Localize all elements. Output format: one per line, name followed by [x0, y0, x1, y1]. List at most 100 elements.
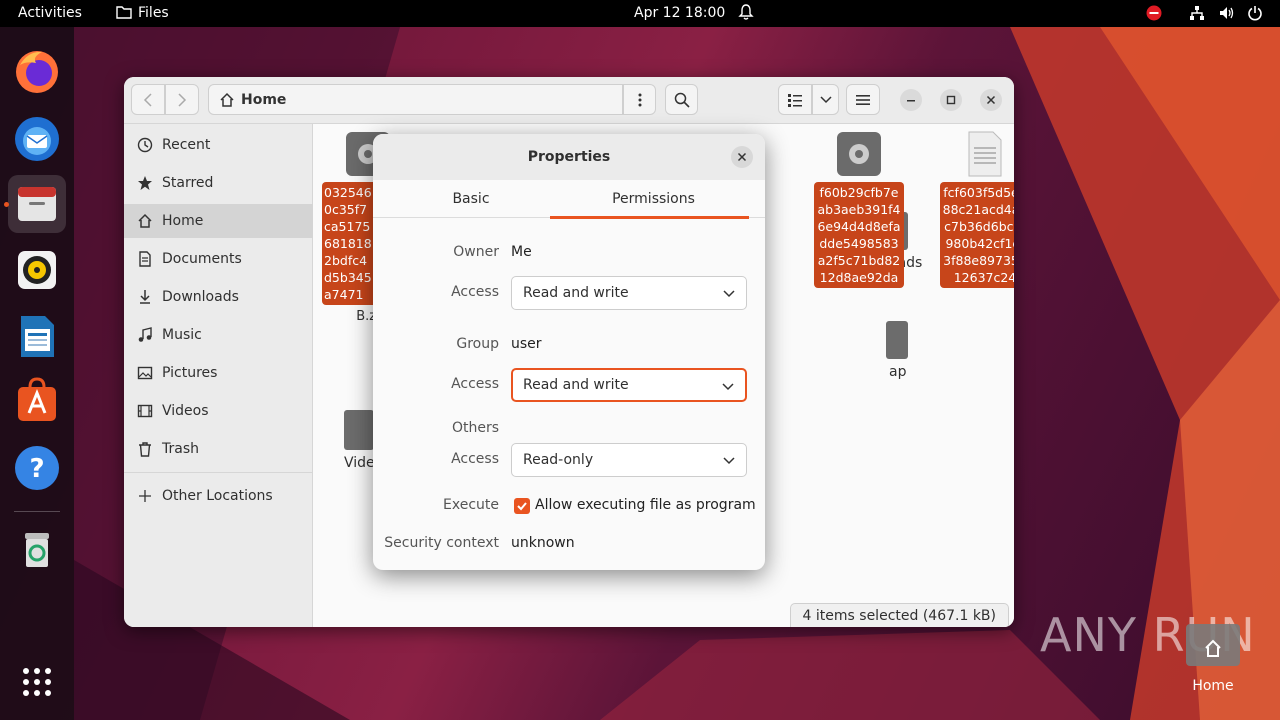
folder-desktop-icon	[886, 321, 908, 359]
owner-access-value: Read and write	[523, 285, 629, 301]
others-access-dropdown[interactable]: Read-only	[511, 443, 747, 477]
execute-checkbox[interactable]	[514, 498, 530, 514]
dialog-title: Properties	[373, 134, 765, 180]
files-sidebar: Recent Starred Home Documents Downloads …	[124, 124, 313, 627]
sidebar-item-home[interactable]: Home	[124, 204, 313, 238]
owner-access-dropdown[interactable]: Read and write	[511, 276, 747, 310]
clock-icon	[136, 136, 154, 154]
kebab-icon	[638, 93, 641, 106]
group-access-dropdown[interactable]: Read and write	[511, 368, 747, 402]
group-access-value: Read and write	[523, 377, 629, 393]
file-item-selected[interactable]: f60b29cfb7eab3aeb391f46e94d4d8efadde5498…	[814, 130, 904, 288]
dock-separator	[14, 511, 60, 512]
activities-button[interactable]: Activities	[18, 5, 82, 21]
sidebar-item-videos[interactable]: Videos	[124, 394, 313, 428]
chevron-down-icon	[819, 95, 832, 103]
location-label: Home	[241, 91, 287, 108]
help-icon[interactable]: ?	[8, 439, 66, 497]
group-access-label: Access	[451, 376, 499, 392]
desktop-home-label[interactable]: Home	[1183, 678, 1243, 694]
trash-icon[interactable]	[8, 521, 66, 579]
sidebar-item-pictures[interactable]: Pictures	[124, 356, 313, 390]
view-options-button[interactable]	[812, 84, 839, 115]
sidebar-item-label: Videos	[162, 403, 209, 419]
location-menu-button[interactable]	[623, 84, 656, 115]
sidebar-item-label: Starred	[162, 175, 214, 191]
desktop-home-icon[interactable]	[1184, 620, 1242, 668]
app-center-icon[interactable]	[8, 373, 66, 431]
checkmark-icon	[517, 502, 527, 511]
sidebar-item-other-locations[interactable]: Other Locations	[124, 479, 313, 513]
folder-videos-label[interactable]: Vide	[344, 455, 375, 471]
home-icon	[220, 92, 234, 107]
chevron-down-icon	[723, 290, 735, 298]
notification-bell-icon[interactable]	[738, 4, 754, 25]
file-item-label: fcf603f5d5e788c21acd4a1c7b36d6bc8f980b42…	[940, 182, 1014, 288]
owner-access-label: Access	[451, 284, 499, 300]
folder-videos-icon	[344, 410, 374, 450]
sidebar-item-downloads[interactable]: Downloads	[124, 280, 313, 314]
chevron-right-icon	[178, 92, 187, 107]
sidebar-divider	[124, 472, 313, 473]
sidebar-item-music[interactable]: Music	[124, 318, 313, 352]
dialog-close-button[interactable]	[731, 146, 753, 168]
chevron-left-icon	[143, 92, 152, 107]
sidebar-item-label: Recent	[162, 137, 211, 153]
text-file-icon	[968, 131, 1002, 177]
forward-button[interactable]	[165, 84, 199, 115]
power-icon[interactable]	[1247, 5, 1263, 25]
sidebar-item-starred[interactable]: Starred	[124, 166, 313, 200]
sidebar-item-recent[interactable]: Recent	[124, 128, 313, 162]
list-view-button[interactable]	[778, 84, 812, 115]
do-not-disturb-icon[interactable]	[1146, 5, 1162, 25]
file-item-selected[interactable]: fcf603f5d5e788c21acd4a1c7b36d6bc8f980b42…	[940, 130, 1014, 288]
execute-label: Execute	[443, 497, 499, 513]
sidebar-item-label: Home	[162, 213, 204, 229]
sidebar-item-label: Music	[162, 327, 202, 343]
libreoffice-writer-icon[interactable]	[8, 307, 66, 365]
close-icon	[737, 152, 747, 162]
sidebar-item-label: Other Locations	[162, 488, 273, 504]
maximize-icon	[946, 95, 956, 105]
firefox-icon[interactable]	[8, 43, 66, 101]
others-access-value: Read-only	[523, 452, 594, 468]
tab-basic[interactable]: Basic	[373, 180, 569, 218]
sidebar-item-label: Pictures	[162, 365, 218, 381]
plus-icon	[136, 487, 154, 505]
owner-label: Owner	[453, 244, 499, 260]
sidebar-item-trash[interactable]: Trash	[124, 432, 313, 466]
close-button[interactable]	[980, 89, 1002, 111]
tab-permissions[interactable]: Permissions	[550, 180, 757, 219]
search-button[interactable]	[665, 84, 698, 115]
group-value: user	[511, 336, 542, 352]
volume-icon[interactable]	[1219, 5, 1235, 25]
thunderbird-icon[interactable]	[8, 109, 66, 167]
sidebar-item-label: Documents	[162, 251, 242, 267]
others-label: Others	[451, 420, 499, 436]
security-context-label: Security context	[384, 535, 499, 551]
execute-checkbox-label[interactable]: Allow executing file as program	[535, 497, 756, 513]
clock[interactable]: Apr 12 18:00	[634, 5, 725, 21]
file-item-label: f60b29cfb7eab3aeb391f46e94d4d8efadde5498…	[814, 182, 904, 288]
network-icon[interactable]	[1189, 5, 1205, 25]
rhythmbox-icon[interactable]	[8, 241, 66, 299]
others-access-label: Access	[451, 451, 499, 467]
files-icon[interactable]	[8, 175, 66, 233]
show-apps-icon[interactable]	[8, 653, 66, 711]
minimize-button[interactable]	[900, 89, 922, 111]
sidebar-item-documents[interactable]: Documents	[124, 242, 313, 276]
picture-icon	[136, 364, 154, 382]
chevron-down-icon	[722, 383, 734, 391]
owner-value: Me	[511, 244, 532, 260]
folder-desktop-label[interactable]: ap	[889, 364, 906, 380]
sidebar-item-label: Trash	[162, 441, 199, 457]
location-bar[interactable]: Home	[208, 84, 623, 115]
app-name: Files	[138, 5, 169, 21]
app-menu[interactable]: Files	[116, 5, 169, 21]
download-icon	[136, 288, 154, 306]
properties-dialog: Properties Basic Permissions Owner Me Ac…	[373, 134, 765, 570]
main-menu-button[interactable]	[846, 84, 880, 115]
svg-text:?: ?	[29, 454, 44, 484]
back-button[interactable]	[131, 84, 165, 115]
maximize-button[interactable]	[940, 89, 962, 111]
